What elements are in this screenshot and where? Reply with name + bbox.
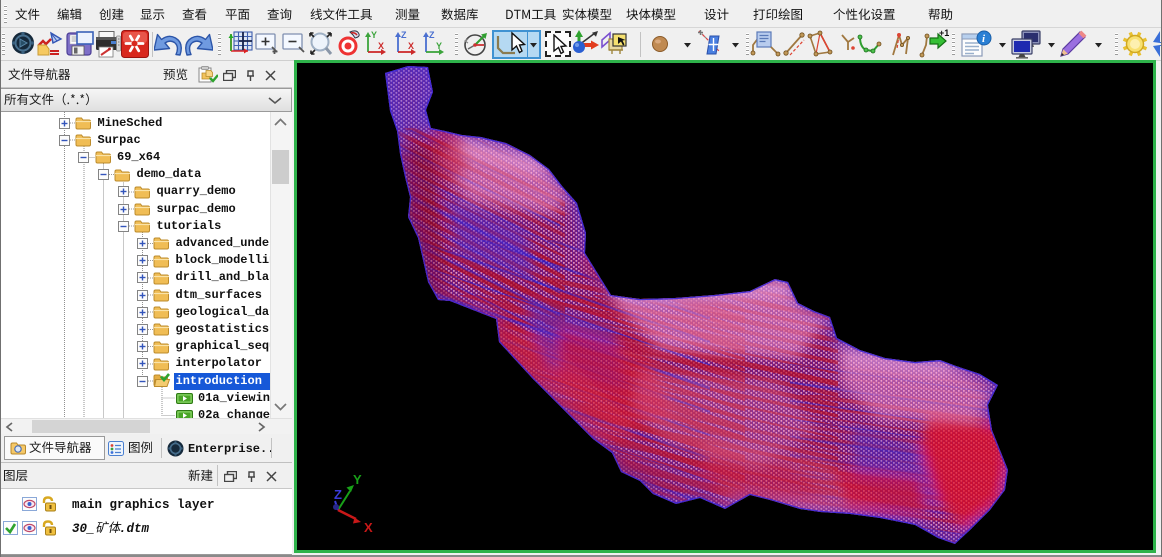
svg-text:X: X [364, 520, 373, 535]
svg-text:Z: Z [429, 30, 435, 40]
svg-text:Z: Z [334, 487, 342, 502]
svg-text:Y: Y [371, 30, 377, 40]
svg-text:+1: +1 [939, 28, 949, 38]
svg-text:X: X [378, 41, 384, 51]
svg-text:X: X [408, 41, 414, 51]
svg-text:Z: Z [401, 30, 407, 40]
svg-text:Y: Y [436, 41, 442, 51]
svg-text:Y: Y [353, 472, 362, 487]
